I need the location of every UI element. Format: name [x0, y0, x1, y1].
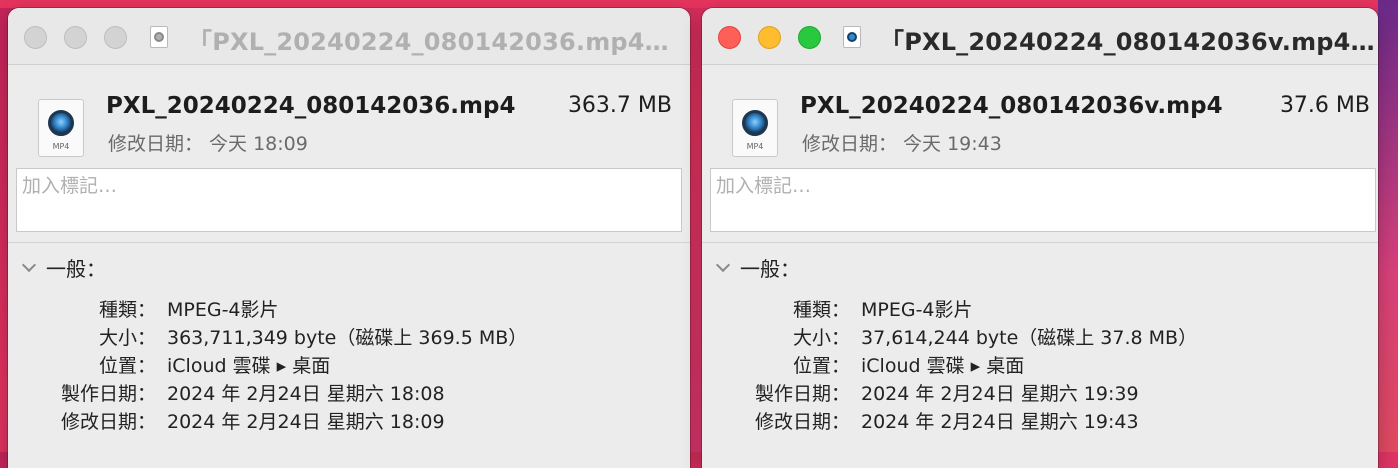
- row-value: 2024 年 2月24日 星期六 18:08: [167, 383, 445, 405]
- tags-field[interactable]: [710, 168, 1376, 232]
- info-row-created: 製作日期： 2024 年 2月24日 星期六 18:08: [8, 379, 690, 407]
- row-value: 2024 年 2月24日 星期六 19:39: [861, 383, 1139, 405]
- row-value: 37,614,244 byte（磁碟上 37.8 MB）: [861, 327, 1198, 349]
- row-label: 修改日期：: [60, 411, 156, 433]
- row-label: 修改日期：: [754, 411, 850, 433]
- general-section-toggle[interactable]: 一般：: [21, 253, 106, 282]
- general-section: 一般： 種類： MPEG-4影片 大小： 37,614,244 byte（磁碟上…: [702, 242, 1378, 468]
- row-label: 種類：: [98, 299, 156, 321]
- info-row-size: 大小： 37,614,244 byte（磁碟上 37.8 MB）: [702, 323, 1378, 351]
- row-label: 大小：: [98, 327, 156, 349]
- quicktime-logo-icon: [48, 110, 74, 136]
- info-rows: 種類： MPEG-4影片 大小： 363,711,349 byte（磁碟上 36…: [8, 295, 690, 435]
- row-label: 製作日期：: [60, 383, 156, 405]
- movie-file-icon: [150, 26, 168, 48]
- row-value: 363,711,349 byte（磁碟上 369.5 MB）: [167, 327, 528, 349]
- file-name: PXL_20240224_080142036.mp4: [106, 93, 516, 119]
- file-extension-label: MP4: [746, 142, 764, 151]
- info-row-created: 製作日期： 2024 年 2月24日 星期六 19:39: [702, 379, 1378, 407]
- row-value: iCloud 雲碟 ▸ 桌面: [167, 355, 331, 377]
- tags-field[interactable]: [16, 168, 682, 232]
- row-value: iCloud 雲碟 ▸ 桌面: [861, 355, 1025, 377]
- quicktime-logo-icon: [742, 110, 768, 136]
- row-label: 製作日期：: [754, 383, 850, 405]
- file-size: 37.6 MB: [1279, 93, 1370, 118]
- desktop-wallpaper-right: [1378, 0, 1398, 452]
- zoom-button[interactable]: [798, 26, 821, 49]
- info-row-modified: 修改日期： 2024 年 2月24日 星期六 19:43: [702, 407, 1378, 435]
- info-row-where: 位置： iCloud 雲碟 ▸ 桌面: [8, 351, 690, 379]
- minimize-button[interactable]: [64, 26, 87, 49]
- general-section: 一般： 種類： MPEG-4影片 大小： 363,711,349 byte（磁碟…: [8, 242, 690, 468]
- row-label: 大小：: [792, 327, 850, 349]
- quicktime-movie-icon[interactable]: MP4: [732, 99, 778, 157]
- section-title: 一般：: [46, 257, 106, 281]
- window-controls: [24, 26, 127, 49]
- titlebar[interactable]: 「PXL_20240224_080142036.mp4…: [8, 8, 690, 65]
- info-window-left: 「PXL_20240224_080142036.mp4… MP4 PXL_202…: [8, 8, 690, 468]
- info-header: MP4 PXL_20240224_080142036.mp4 363.7 MB …: [8, 65, 690, 243]
- close-button[interactable]: [718, 26, 741, 49]
- close-button[interactable]: [24, 26, 47, 49]
- row-value: 2024 年 2月24日 星期六 19:43: [861, 411, 1139, 433]
- file-size: 363.7 MB: [567, 93, 672, 118]
- chevron-down-icon: [715, 257, 731, 272]
- quicktime-movie-icon[interactable]: MP4: [38, 99, 84, 157]
- file-name: PXL_20240224_080142036v.mp4: [800, 93, 1223, 119]
- file-extension-label: MP4: [52, 142, 70, 151]
- titlebar[interactable]: 「PXL_20240224_080142036v.mp4…: [702, 8, 1378, 65]
- window-title: 「PXL_20240224_080142036.mp4…: [188, 28, 669, 56]
- row-value: MPEG-4影片: [861, 299, 973, 321]
- section-title: 一般：: [740, 257, 800, 281]
- modified-summary: 修改日期： 今天 19:43: [802, 133, 1002, 155]
- row-label: 位置：: [792, 355, 850, 377]
- minimize-button[interactable]: [758, 26, 781, 49]
- tags-input[interactable]: [711, 169, 1375, 203]
- info-header: MP4 PXL_20240224_080142036v.mp4 37.6 MB …: [702, 65, 1378, 243]
- chevron-down-icon: [21, 257, 37, 272]
- modified-summary: 修改日期： 今天 18:09: [108, 133, 308, 155]
- row-value: MPEG-4影片: [167, 299, 279, 321]
- desktop-wallpaper-top: [0, 0, 1398, 8]
- window-title: 「PXL_20240224_080142036v.mp4…: [880, 28, 1375, 56]
- window-controls: [718, 26, 821, 49]
- general-section-toggle[interactable]: 一般：: [715, 253, 800, 282]
- row-label: 種類：: [792, 299, 850, 321]
- info-row-size: 大小： 363,711,349 byte（磁碟上 369.5 MB）: [8, 323, 690, 351]
- info-window-right: 「PXL_20240224_080142036v.mp4… MP4 PXL_20…: [702, 8, 1378, 468]
- row-value: 2024 年 2月24日 星期六 18:09: [167, 411, 445, 433]
- info-row-kind: 種類： MPEG-4影片: [702, 295, 1378, 323]
- row-label: 位置：: [98, 355, 156, 377]
- info-rows: 種類： MPEG-4影片 大小： 37,614,244 byte（磁碟上 37.…: [702, 295, 1378, 435]
- zoom-button[interactable]: [104, 26, 127, 49]
- info-row-where: 位置： iCloud 雲碟 ▸ 桌面: [702, 351, 1378, 379]
- movie-file-icon: [843, 26, 861, 48]
- info-row-modified: 修改日期： 2024 年 2月24日 星期六 18:09: [8, 407, 690, 435]
- info-row-kind: 種類： MPEG-4影片: [8, 295, 690, 323]
- tags-input[interactable]: [17, 169, 681, 203]
